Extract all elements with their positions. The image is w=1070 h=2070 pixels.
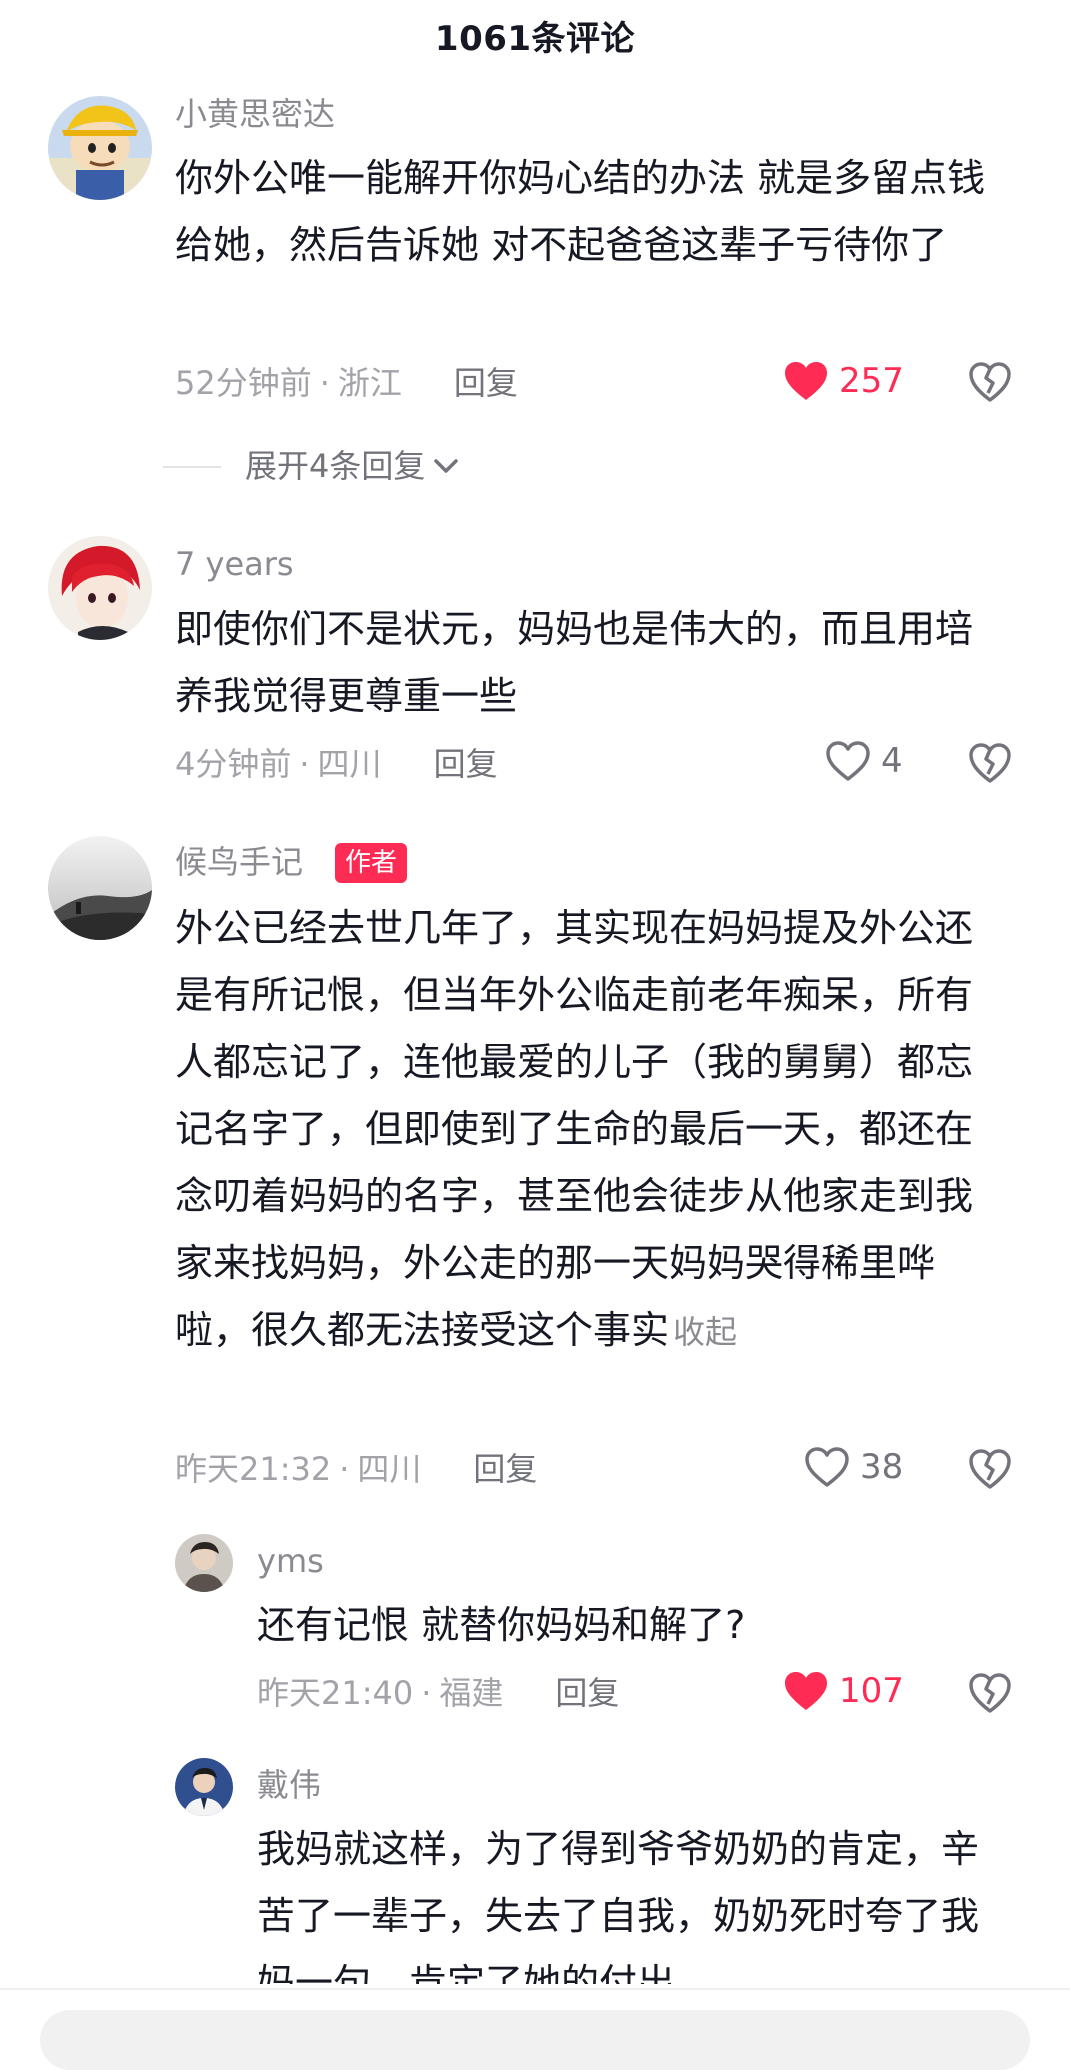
reply-username[interactable]: yms bbox=[257, 1545, 324, 1577]
dislike-button[interactable] bbox=[968, 1671, 1012, 1715]
reply-button[interactable]: 回复 bbox=[454, 367, 518, 399]
comment-username[interactable]: 候鸟手记 bbox=[175, 846, 303, 878]
reply-text: 还有记恨 就替你妈妈和解了? bbox=[257, 1603, 746, 1647]
person-blue-avatar-icon bbox=[175, 1758, 233, 1816]
reply-location: 福建 bbox=[439, 1674, 504, 1712]
comment-time: 4分钟前 bbox=[175, 745, 292, 783]
avatar[interactable] bbox=[48, 836, 152, 940]
broken-heart-icon bbox=[969, 1449, 1011, 1489]
comment-text-content: 外公已经去世几年了，其实现在妈妈提及外公还是有所记恨，但当年外公临走前老年痴呆，… bbox=[175, 906, 974, 1352]
like-count: 257 bbox=[839, 361, 904, 401]
avatar[interactable] bbox=[48, 96, 152, 200]
like-button[interactable]: 38 bbox=[804, 1446, 903, 1488]
comment-text: 外公已经去世几年了，其实现在妈妈提及外公还是有所记恨，但当年外公临走前老年痴呆，… bbox=[175, 895, 1005, 1366]
comment-meta: 昨天21:32 · 四川 回复 bbox=[175, 1453, 537, 1485]
heart-outline-icon bbox=[826, 741, 870, 781]
comment-username[interactable]: 小黄思密达 bbox=[175, 98, 335, 130]
expand-divider bbox=[163, 466, 221, 468]
meta-separator: · bbox=[421, 1674, 432, 1712]
comment-time: 52分钟前 bbox=[175, 364, 312, 402]
like-button[interactable]: 257 bbox=[783, 360, 904, 402]
comment-count-title: 1061条评论 bbox=[434, 18, 636, 59]
meta-separator: · bbox=[299, 745, 310, 783]
comment-time: 昨天21:32 bbox=[175, 1450, 332, 1488]
broken-heart-icon bbox=[969, 1673, 1011, 1713]
meta-separator: · bbox=[339, 1450, 350, 1488]
comments-header: 1061条评论 bbox=[0, 0, 1070, 70]
avatar[interactable] bbox=[48, 536, 152, 640]
reply-avatar[interactable] bbox=[175, 1534, 233, 1592]
heart-filled-icon bbox=[785, 362, 827, 400]
dislike-button[interactable] bbox=[968, 741, 1012, 785]
heart-outline-icon bbox=[805, 1447, 849, 1487]
comment-location: 四川 bbox=[357, 1450, 422, 1488]
anime-red-hair-avatar-icon bbox=[48, 536, 152, 640]
reply-time: 昨天21:40 bbox=[257, 1674, 414, 1712]
reply-button[interactable]: 回复 bbox=[473, 1453, 537, 1485]
heart-filled-icon bbox=[785, 1672, 827, 1710]
like-count: 4 bbox=[881, 741, 903, 781]
person-avatar-icon bbox=[175, 1534, 233, 1592]
collapse-button[interactable]: 收起 bbox=[673, 1313, 737, 1351]
cartoon-avatar-icon bbox=[48, 96, 152, 200]
comment-meta: 52分钟前 · 浙江 回复 bbox=[175, 367, 518, 399]
comment-input-bar[interactable] bbox=[40, 2010, 1030, 2070]
meta-separator: · bbox=[319, 364, 330, 402]
reply-username[interactable]: 戴伟 bbox=[257, 1769, 321, 1801]
bottom-divider bbox=[0, 1988, 1070, 1990]
comment-text: 你外公唯一能解开你妈心结的办法 就是多留点钱给她，然后告诉她 对不起爸爸这辈子亏… bbox=[175, 156, 986, 267]
expand-replies-label: 展开4条回复 bbox=[245, 447, 426, 485]
comment-username[interactable]: 7 years bbox=[175, 548, 294, 580]
landscape-avatar-icon bbox=[48, 836, 152, 940]
broken-heart-icon bbox=[969, 362, 1011, 402]
comment-location: 四川 bbox=[317, 745, 382, 783]
chevron-down-icon bbox=[434, 459, 459, 473]
comment-location: 浙江 bbox=[337, 364, 402, 402]
author-badge: 作者 bbox=[335, 843, 408, 883]
comment-meta: 4分钟前 · 四川 回复 bbox=[175, 748, 498, 780]
like-button[interactable]: 107 bbox=[783, 1670, 904, 1712]
reply-text: 我妈就这样，为了得到爷爷奶奶的肯定，辛苦了一辈子，失去了自我，奶奶死时夸了我妈一… bbox=[257, 1827, 980, 1984]
like-count: 107 bbox=[839, 1671, 904, 1711]
reply-button[interactable]: 回复 bbox=[434, 748, 498, 780]
like-count: 38 bbox=[860, 1447, 904, 1487]
dislike-button[interactable] bbox=[968, 360, 1012, 404]
expand-replies-button[interactable]: 展开4条回复 bbox=[245, 450, 461, 482]
reply-meta: 昨天21:40 · 福建 回复 bbox=[257, 1677, 619, 1709]
reply-button[interactable]: 回复 bbox=[555, 1677, 619, 1709]
like-button[interactable]: 4 bbox=[825, 740, 903, 782]
comment-text: 即使你们不是状元，妈妈也是伟大的，而且用培养我觉得更尊重一些 bbox=[175, 607, 974, 718]
broken-heart-icon bbox=[969, 743, 1011, 783]
reply-avatar[interactable] bbox=[175, 1758, 233, 1816]
dislike-button[interactable] bbox=[968, 1447, 1012, 1491]
